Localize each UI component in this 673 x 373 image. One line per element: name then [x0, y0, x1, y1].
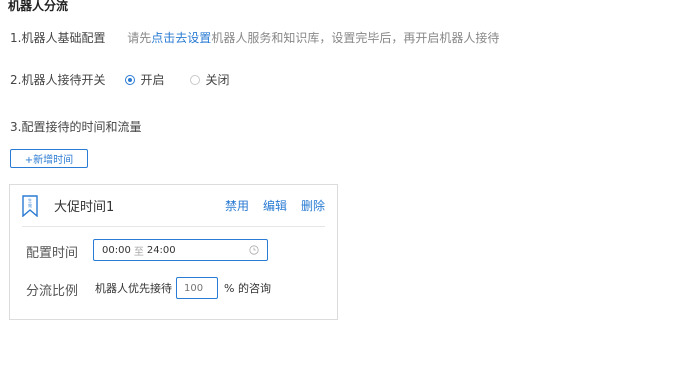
card-title: 大促时间1	[54, 200, 115, 215]
radio-on[interactable]: 开启	[125, 71, 164, 88]
bookmark-icon: 生 效	[22, 194, 38, 217]
radio-on-icon[interactable]	[125, 74, 136, 85]
edit-link[interactable]: 编辑	[263, 197, 287, 214]
page-title: 机器人分流	[8, 0, 69, 13]
add-time-button[interactable]: +新增时间	[10, 149, 88, 168]
card-actions: 禁用 编辑 删除	[225, 197, 325, 214]
clock-icon	[249, 245, 259, 255]
section2-label: 2.机器人接待开关	[10, 73, 106, 87]
ratio-prefix: 机器人优先接待	[95, 282, 172, 295]
section1-label: 1.机器人基础配置	[10, 31, 106, 45]
radio-off[interactable]: 关闭	[190, 71, 229, 88]
svg-text:效: 效	[28, 202, 32, 208]
delete-link[interactable]: 删除	[301, 197, 325, 214]
radio-on-label[interactable]: 开启	[140, 71, 164, 88]
end-time[interactable]: 24:00	[147, 245, 176, 256]
ratio-input[interactable]	[176, 277, 218, 299]
radio-off-label[interactable]: 关闭	[205, 71, 229, 88]
time-label: 配置时间	[26, 246, 79, 261]
ratio-row: 机器人优先接待 % 的咨询	[95, 277, 271, 299]
card-header: 生 效 大促时间1 禁用 编辑 删除	[22, 185, 325, 227]
section1-prefix: 请先	[127, 31, 152, 45]
start-time[interactable]: 00:00	[102, 245, 131, 256]
section3-label: 3.配置接待的时间和流量	[10, 120, 142, 134]
section1-suffix: 机器人服务和知识库，设置完毕后，再开启机器人接待	[211, 31, 500, 45]
time-config-card: 生 效 大促时间1 禁用 编辑 删除 配置时间 00:00 至 24:00 分流…	[9, 184, 338, 320]
ratio-suffix: % 的咨询	[224, 282, 271, 295]
robot-switch-row: 2.机器人接待开关 开启 关闭	[10, 71, 229, 88]
radio-off-icon[interactable]	[190, 74, 201, 85]
ratio-label: 分流比例	[26, 284, 79, 299]
time-separator: 至	[133, 246, 144, 258]
time-range-picker[interactable]: 00:00 至 24:00	[93, 239, 268, 261]
go-settings-link[interactable]: 点击去设置	[151, 31, 211, 45]
robot-basic-config-row: 1.机器人基础配置 请先点击去设置机器人服务和知识库，设置完毕后，再开启机器人接…	[10, 29, 499, 46]
disable-link[interactable]: 禁用	[225, 197, 249, 214]
